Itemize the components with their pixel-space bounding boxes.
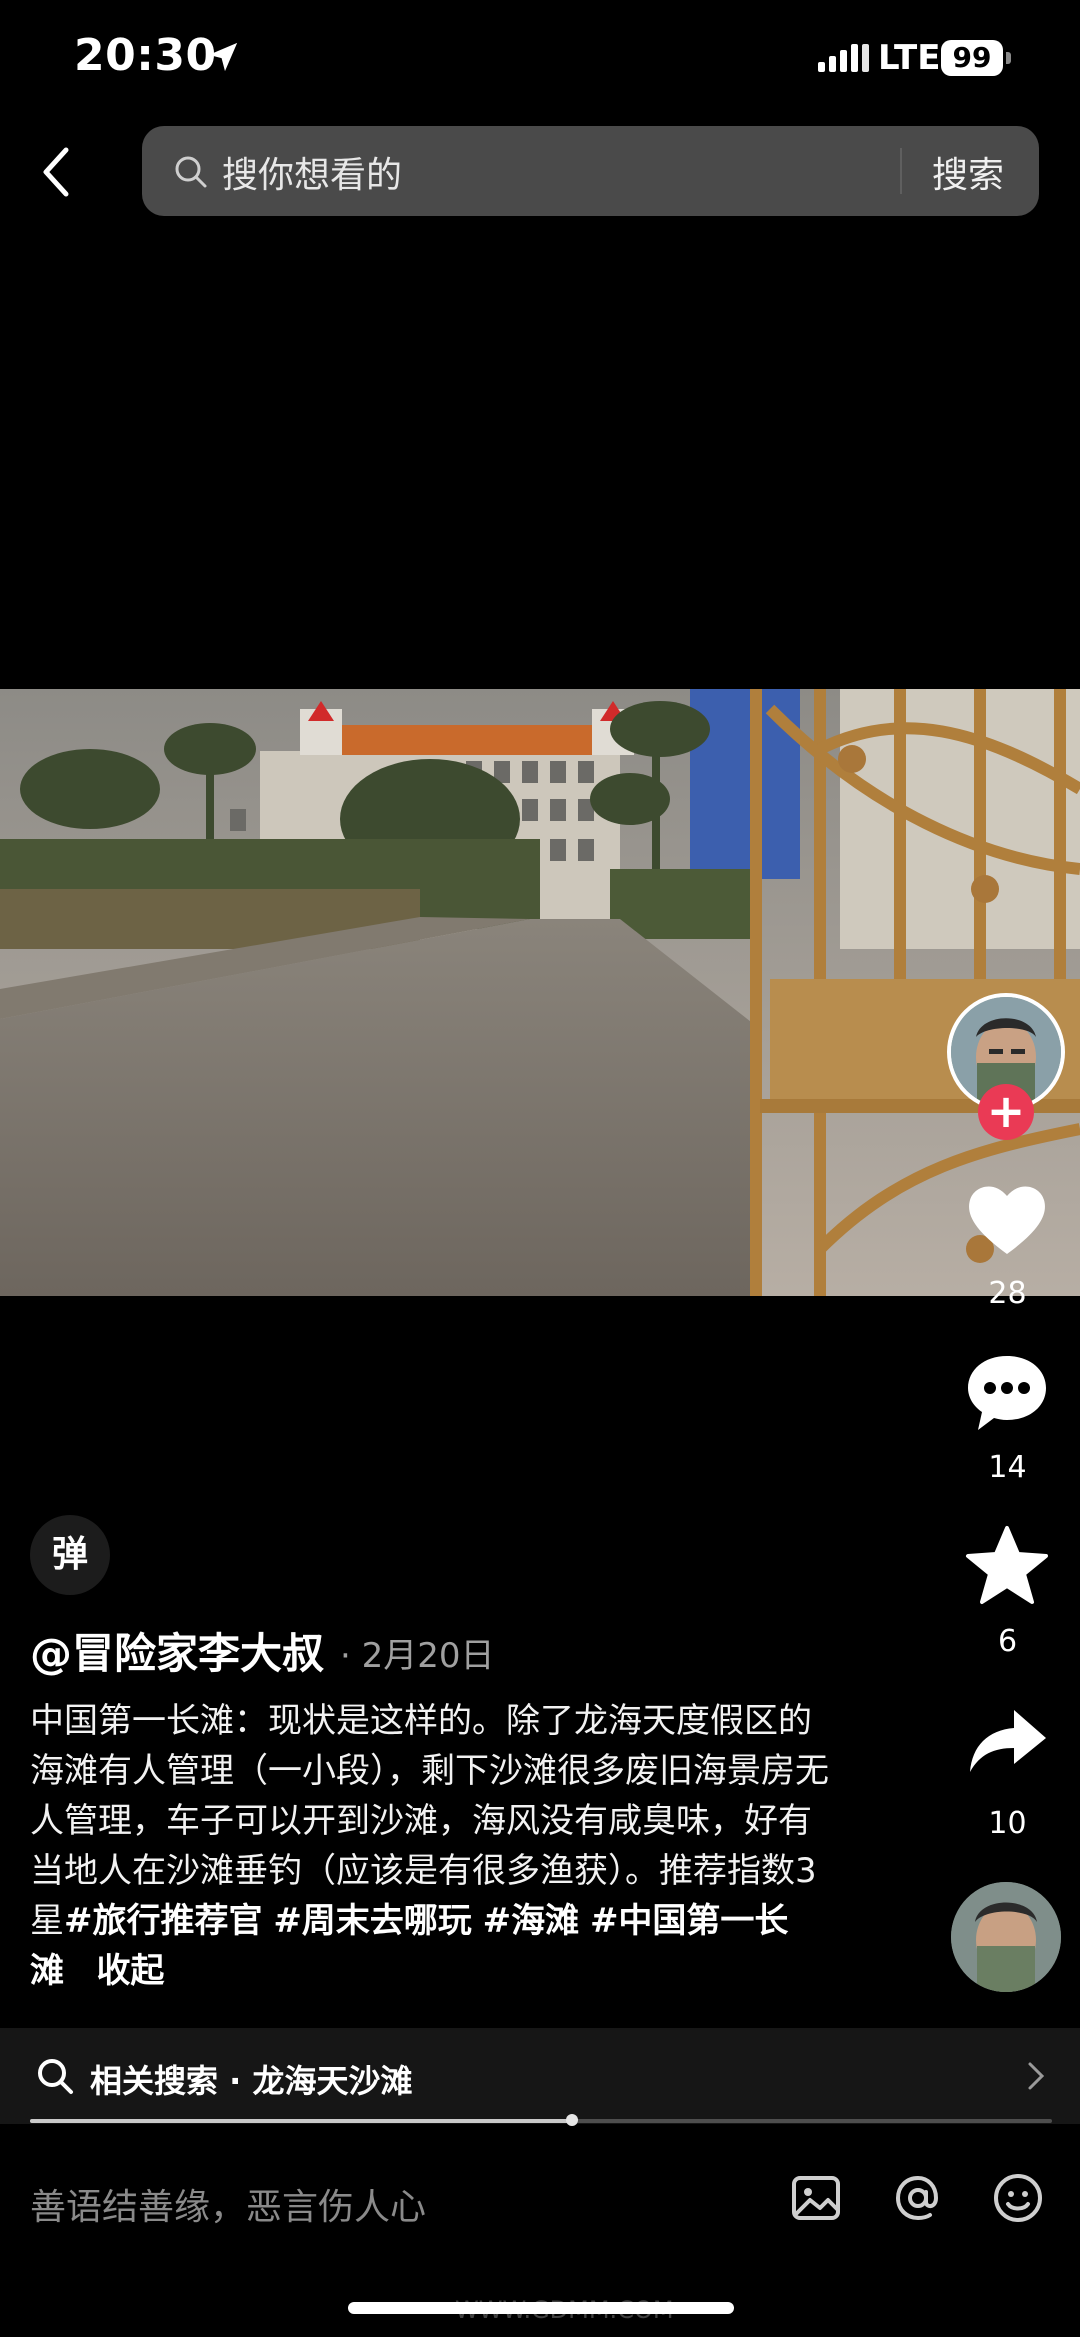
- music-disc-avatar[interactable]: [951, 1882, 1061, 1992]
- comment-input[interactable]: 善语结善缘，恶言伤人心: [30, 2178, 426, 2230]
- video-progress-handle[interactable]: [565, 2114, 578, 2126]
- video-frame-image: [0, 689, 1080, 1296]
- hashtag[interactable]: #旅行推荐官: [64, 1901, 263, 1941]
- chevron-right-icon: [1028, 2062, 1045, 2090]
- hashtag[interactable]: #海滩: [483, 1901, 580, 1941]
- music-disc-image: [951, 1882, 1061, 1992]
- post-caption: 中国第一长滩：现状是这样的。除了龙海天度假区的海滩有人管理（一小段），剩下沙滩很…: [30, 1696, 840, 1996]
- author-name[interactable]: @冒险家李大叔: [30, 1620, 324, 1681]
- search-button[interactable]: 搜索: [932, 146, 1004, 198]
- mention-at-icon[interactable]: [890, 2170, 946, 2226]
- post-date: · 2月20日: [340, 1636, 495, 1676]
- danmu-toggle-button[interactable]: 弹: [30, 1515, 110, 1595]
- battery-tip: [1006, 52, 1011, 64]
- home-indicator[interactable]: [348, 2302, 734, 2314]
- status-time: 20:30: [74, 30, 217, 81]
- collapse-link[interactable]: 收起: [96, 1951, 164, 1991]
- image-picker-icon[interactable]: [788, 2170, 844, 2226]
- network-type: LTE: [878, 38, 941, 78]
- search-divider: [900, 148, 902, 194]
- hashtag[interactable]: #周末去哪玩: [273, 1901, 472, 1941]
- search-icon: [38, 2059, 73, 2094]
- related-search-label[interactable]: 相关搜索 · 龙海天沙滩: [90, 2056, 412, 2102]
- emoji-icon[interactable]: [990, 2170, 1046, 2226]
- video-progress-fill: [30, 2119, 572, 2123]
- follow-button[interactable]: +: [978, 1084, 1034, 1140]
- like-count: 28: [988, 1276, 1027, 1311]
- battery-level: 99: [941, 40, 1003, 76]
- share-count: 10: [988, 1806, 1027, 1841]
- like-heart-icon[interactable]: [964, 1176, 1050, 1262]
- video-player[interactable]: [0, 689, 1080, 1296]
- comment-icon[interactable]: [964, 1350, 1050, 1436]
- favorite-count: 6: [997, 1624, 1018, 1659]
- share-arrow-icon[interactable]: [964, 1700, 1050, 1786]
- signal-icon: [818, 44, 873, 72]
- favorite-star-icon[interactable]: [964, 1524, 1050, 1610]
- comment-count: 14: [988, 1450, 1027, 1485]
- search-icon: [175, 156, 207, 188]
- search-input[interactable]: 搜你想看的: [222, 146, 402, 198]
- back-arrow-icon[interactable]: [36, 142, 76, 202]
- location-arrow-icon: [208, 42, 238, 72]
